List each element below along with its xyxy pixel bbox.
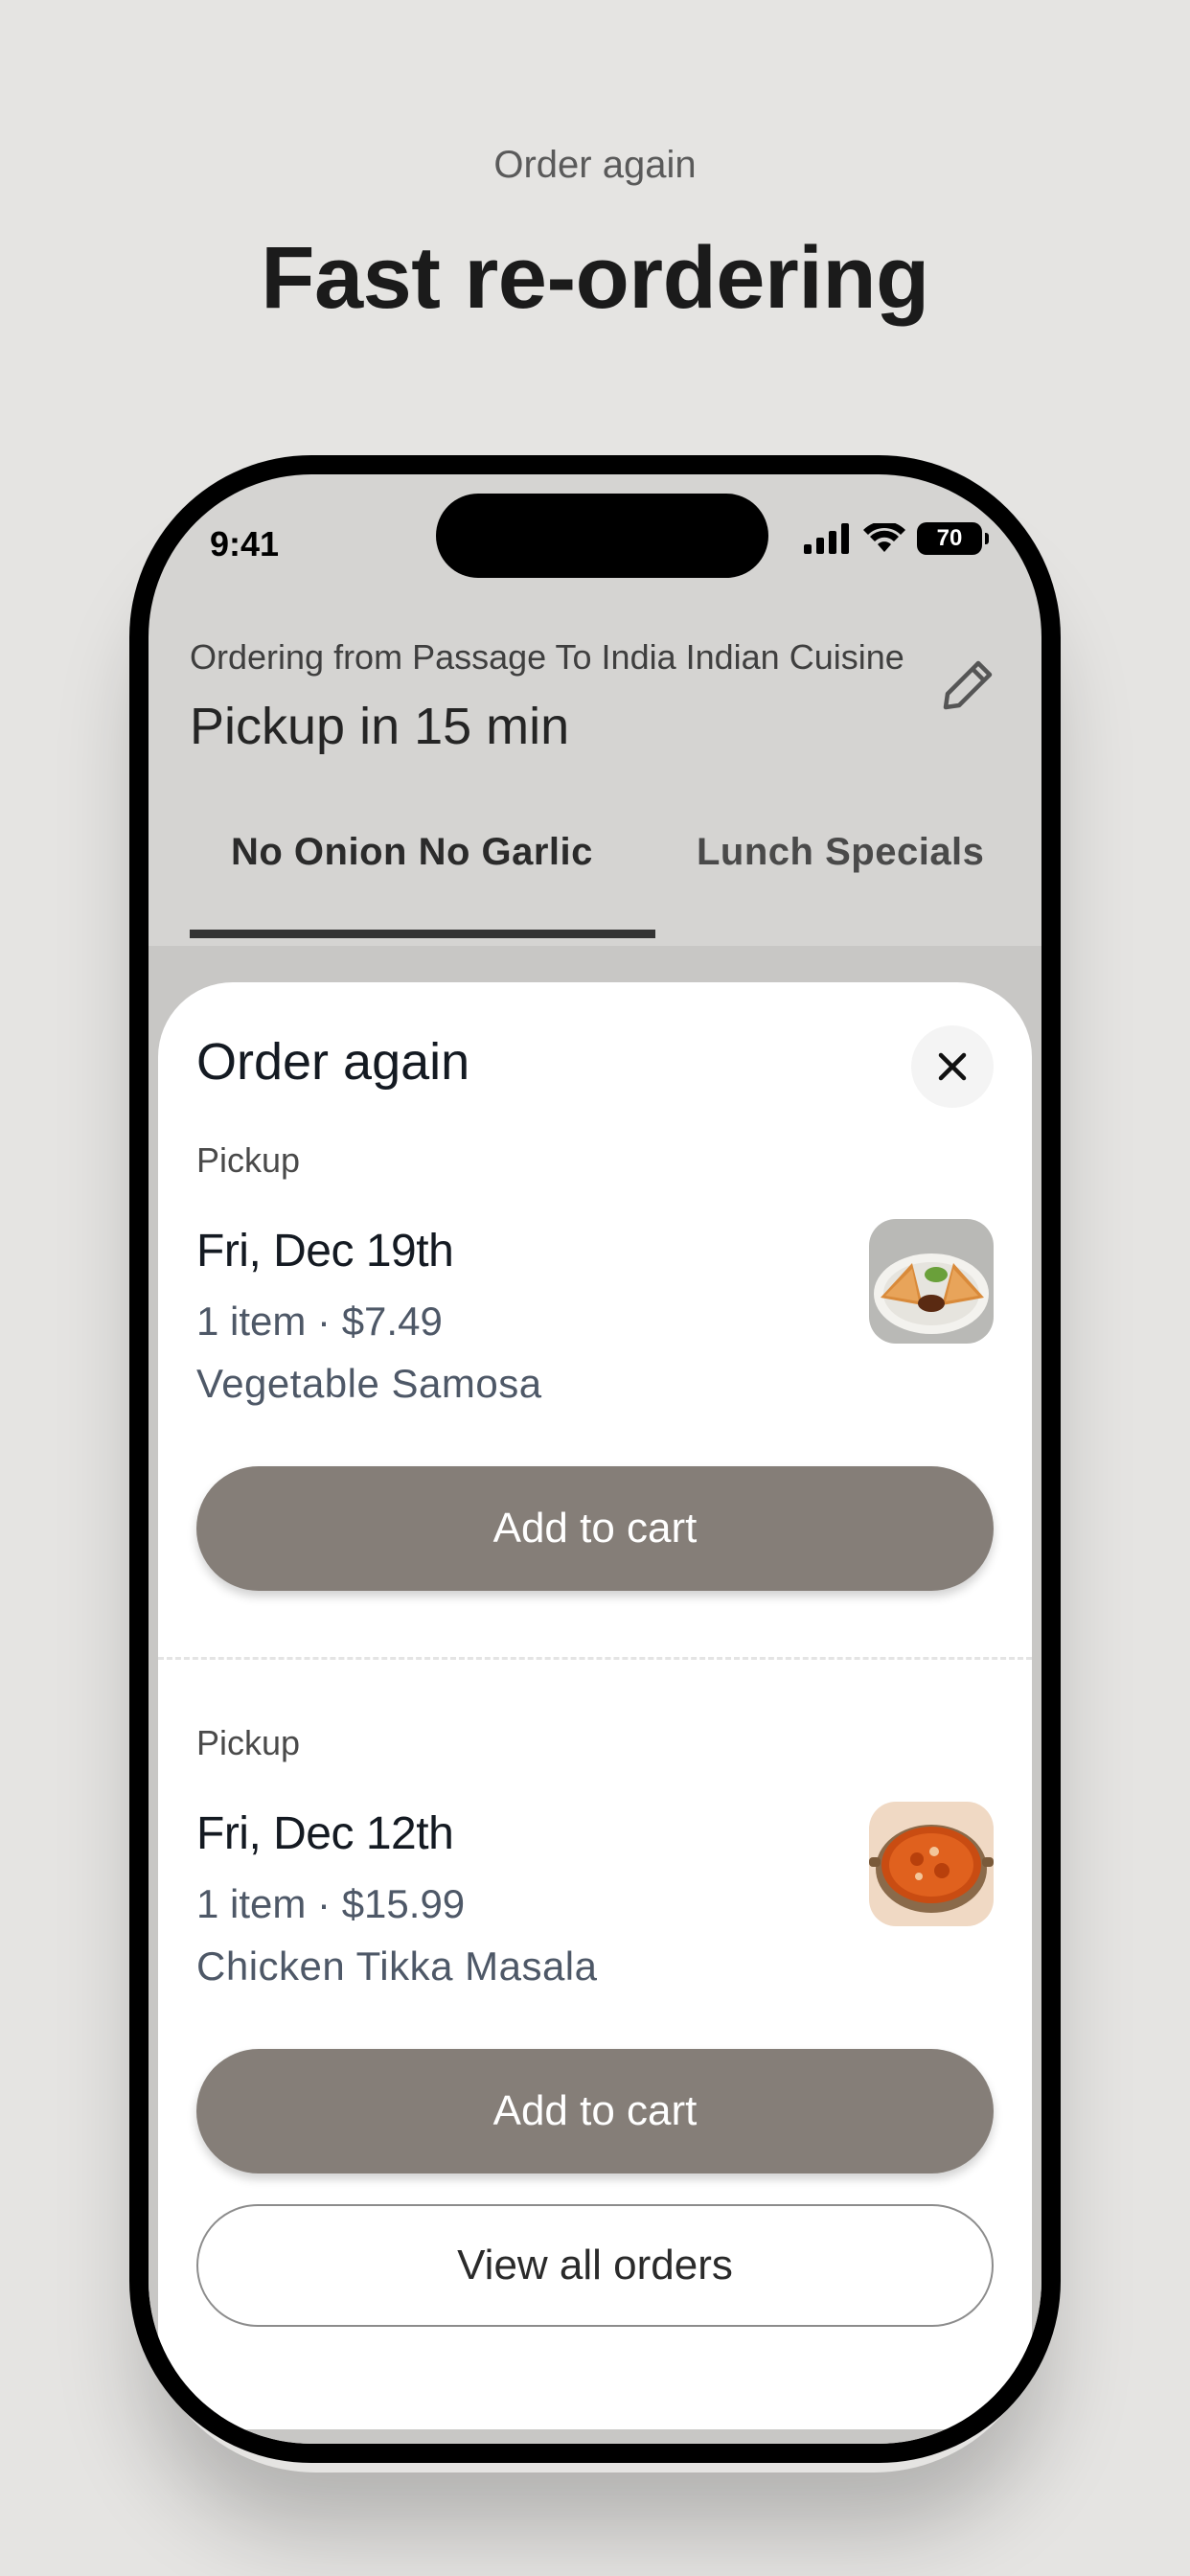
pencil-icon: [943, 660, 993, 710]
add-to-cart-button[interactable]: Add to cart: [196, 2049, 994, 2174]
close-button[interactable]: [911, 1025, 994, 1108]
order-meta: 1 item · $15.99: [196, 1881, 466, 1926]
tab-no-onion-no-garlic[interactable]: No Onion No Garlic: [231, 831, 593, 874]
signal-icon: [804, 523, 849, 554]
close-icon: [938, 1052, 967, 1081]
promo-eyebrow: Order again: [493, 144, 697, 186]
view-all-orders-button[interactable]: View all orders: [196, 2204, 994, 2327]
add-to-cart-button[interactable]: Add to cart: [196, 1466, 994, 1591]
phone-screen: 9:41 70 Ordering from Passage To India I…: [149, 474, 1041, 2444]
dynamic-island: [436, 494, 768, 578]
tab-lunch-specials[interactable]: Lunch Specials: [697, 831, 984, 874]
sheet-title: Order again: [196, 1033, 470, 1091]
pickup-time: Pickup in 15 min: [190, 698, 570, 755]
promo-headline: Fast re-ordering: [261, 229, 929, 327]
order-item-name: Chicken Tikka Masala: [196, 1944, 598, 1989]
status-icons: 70: [804, 522, 989, 555]
status-time: 9:41: [210, 524, 280, 564]
battery-level: 70: [936, 525, 963, 551]
order-date: Fri, Dec 12th: [196, 1808, 454, 1859]
order-again-sheet: Order again Pickup Fri, Dec 19th 1 item …: [158, 982, 1032, 2429]
order-type-label: Pickup: [196, 1140, 301, 1180]
order-meta: 1 item · $7.49: [196, 1299, 443, 1344]
edit-order-button[interactable]: [934, 652, 1001, 719]
order-type-label: Pickup: [196, 1723, 301, 1762]
samosa-image: [869, 1219, 994, 1344]
order-item-name: Vegetable Samosa: [196, 1361, 542, 1406]
battery-icon: 70: [917, 522, 989, 555]
tikka-masala-image: [869, 1802, 994, 1926]
phone-frame: 9:41 70 Ordering from Passage To India I…: [129, 455, 1061, 2463]
active-tab-indicator: [190, 930, 655, 938]
order-divider: [158, 1657, 1032, 1660]
ordering-from-text: Ordering from Passage To India Indian Cu…: [190, 637, 904, 677]
order-date: Fri, Dec 19th: [196, 1226, 454, 1276]
wifi-icon: [863, 523, 905, 552]
